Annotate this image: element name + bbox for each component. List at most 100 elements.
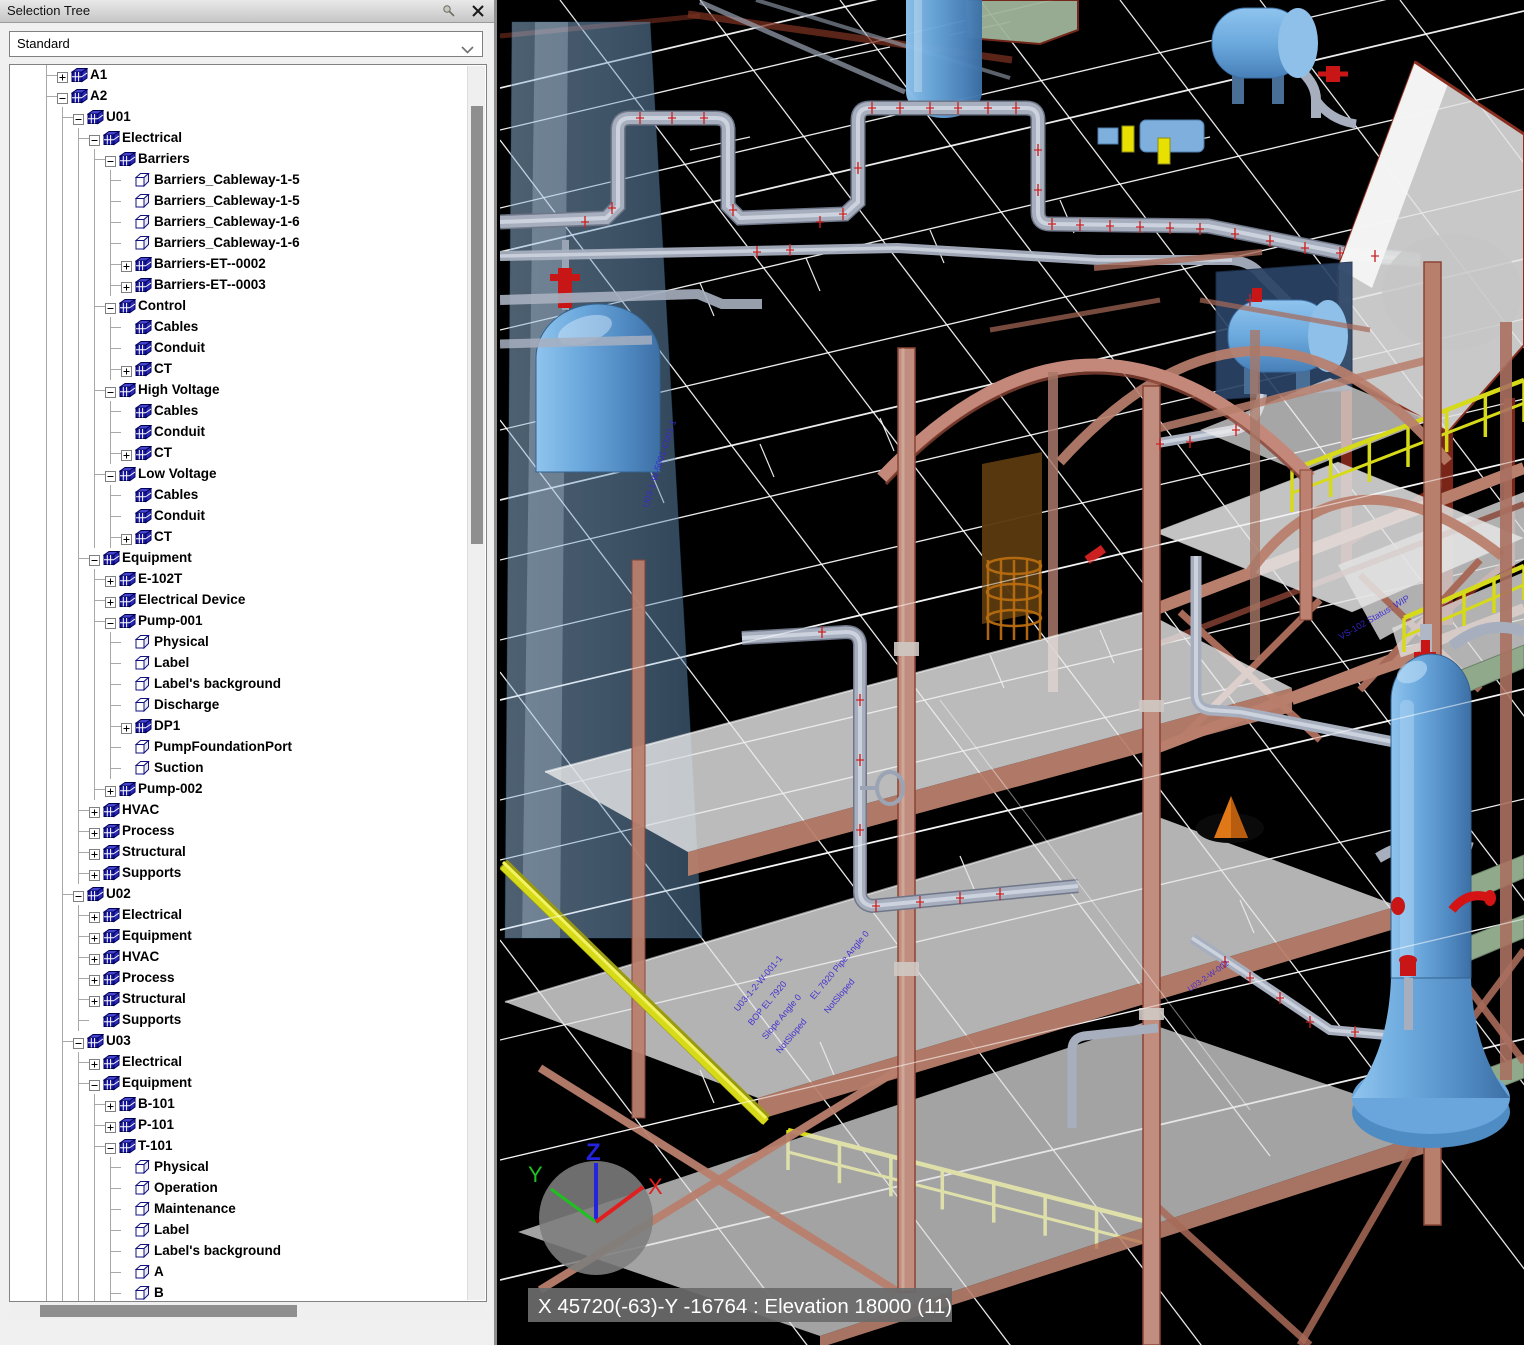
tree-item[interactable]: A [10,1262,468,1283]
tree-item[interactable]: Pump-001 [10,611,468,632]
tree-expander-plus-icon[interactable] [89,910,100,921]
tree-expander-plus-icon[interactable] [105,1099,116,1110]
tree-item[interactable]: Pump-002 [10,779,468,800]
tree-expander-plus-icon[interactable] [57,70,68,81]
tree-item[interactable]: Structural [10,842,468,863]
tree-expander-plus-icon[interactable] [89,973,100,984]
tree-item[interactable]: HVAC [10,947,468,968]
tree-item[interactable]: Electrical [10,905,468,926]
tree-item[interactable]: Electrical [10,128,468,149]
tree-expander-minus-icon[interactable] [105,616,116,627]
tree-item[interactable]: Equipment [10,1073,468,1094]
tree-item[interactable]: Barriers_Cableway-1-6 [10,233,468,254]
tree-expander-plus-icon[interactable] [121,259,132,270]
tree-item[interactable]: Barriers_Cableway-1-5 [10,191,468,212]
tree-expander-plus-icon[interactable] [121,721,132,732]
tree-item[interactable]: U03 [10,1031,468,1052]
tree-item[interactable]: A2 [10,86,468,107]
pushpin-icon[interactable] [442,4,456,23]
tree-item[interactable]: B [10,1283,468,1302]
tree-item[interactable]: Equipment [10,548,468,569]
tree-expander-plus-icon[interactable] [89,826,100,837]
tree-item[interactable]: Control [10,296,468,317]
tree-item[interactable]: Barriers_Cableway-1-6 [10,212,468,233]
tree-item[interactable]: Suction [10,758,468,779]
tree-expander-minus-icon[interactable] [105,301,116,312]
tree-expander-plus-icon[interactable] [89,847,100,858]
tree-item[interactable]: Process [10,821,468,842]
tree-expander-plus-icon[interactable] [89,952,100,963]
tree-item[interactable]: CT [10,443,468,464]
tree-item[interactable]: Electrical Device [10,590,468,611]
tree-item[interactable]: Label [10,1220,468,1241]
tree-item[interactable]: CT [10,359,468,380]
tree-item[interactable]: B-101 [10,1094,468,1115]
tree-expander-plus-icon[interactable] [121,532,132,543]
tree-item[interactable]: U01 [10,107,468,128]
tree-expander-minus-icon[interactable] [73,1036,84,1047]
tree-item[interactable]: Label's background [10,674,468,695]
panel-header[interactable]: Selection Tree [0,0,494,23]
tree-item[interactable]: Operation [10,1178,468,1199]
tree-item[interactable]: U02 [10,884,468,905]
tree-item[interactable]: Physical [10,1157,468,1178]
tree-mode-select[interactable]: Standard [9,31,483,57]
tree-item[interactable]: Label's background [10,1241,468,1262]
tree-item[interactable]: Conduit [10,506,468,527]
tree-item[interactable]: Conduit [10,422,468,443]
tree-item[interactable]: Barriers-ET--0002 [10,254,468,275]
tree-item[interactable]: Physical [10,632,468,653]
tree-item[interactable]: Cables [10,401,468,422]
tree-item[interactable]: Maintenance [10,1199,468,1220]
tree-item[interactable]: Equipment [10,926,468,947]
selection-tree[interactable]: A1A2U01ElectricalBarriersBarriers_Cablew… [9,64,487,1302]
tree-item[interactable]: Label [10,653,468,674]
tree-item[interactable]: Barriers [10,149,468,170]
3d-scene[interactable]: U03-1-W-5001-C001-1VS-102 Status: WIPU03… [500,0,1524,1345]
tree-expander-minus-icon[interactable] [105,385,116,396]
tree-expander-minus-icon[interactable] [73,889,84,900]
horizontal-scrollbar[interactable] [9,1302,487,1319]
tree-expander-plus-icon[interactable] [105,1120,116,1131]
tree-item[interactable]: High Voltage [10,380,468,401]
tree-item[interactable]: HVAC [10,800,468,821]
tree-item[interactable]: T-101 [10,1136,468,1157]
scrollbar-thumb[interactable] [471,106,483,544]
tree-item[interactable]: Cables [10,317,468,338]
tree-item[interactable]: Cables [10,485,468,506]
tree-expander-plus-icon[interactable] [105,574,116,585]
tree-expander-plus-icon[interactable] [89,1057,100,1068]
tree-item[interactable]: PumpFoundationPort [10,737,468,758]
tree-expander-plus-icon[interactable] [89,994,100,1005]
tree-item[interactable]: Supports [10,1010,468,1031]
tree-item[interactable]: E-102T [10,569,468,590]
tree-item[interactable]: Structural [10,989,468,1010]
vertical-scrollbar[interactable] [467,66,485,1300]
tree-item[interactable]: DP1 [10,716,468,737]
tree-expander-plus-icon[interactable] [89,805,100,816]
tree-item[interactable]: Supports [10,863,468,884]
tree-expander-minus-icon[interactable] [89,1078,100,1089]
tree-expander-minus-icon[interactable] [57,91,68,102]
tree-item[interactable]: CT [10,527,468,548]
tree-item[interactable]: Barriers_Cableway-1-5 [10,170,468,191]
tree-item[interactable]: Electrical [10,1052,468,1073]
tree-item[interactable]: A1 [10,65,468,86]
close-icon[interactable] [472,4,484,22]
tree-expander-plus-icon[interactable] [121,448,132,459]
tree-item[interactable]: Discharge [10,695,468,716]
tree-expander-minus-icon[interactable] [105,154,116,165]
tree-item[interactable]: Process [10,968,468,989]
tree-item[interactable]: P-101 [10,1115,468,1136]
tree-expander-minus-icon[interactable] [89,133,100,144]
tree-expander-minus-icon[interactable] [89,553,100,564]
tree-expander-plus-icon[interactable] [105,595,116,606]
model-viewport[interactable]: U03-1-W-5001-C001-1VS-102 Status: WIPU03… [500,0,1524,1345]
tree-expander-plus-icon[interactable] [121,280,132,291]
tree-expander-plus-icon[interactable] [105,784,116,795]
scrollbar-thumb[interactable] [40,1305,297,1317]
tree-expander-plus-icon[interactable] [89,868,100,879]
tree-item[interactable]: Conduit [10,338,468,359]
tree-expander-plus-icon[interactable] [89,931,100,942]
tree-item[interactable]: Barriers-ET--0003 [10,275,468,296]
